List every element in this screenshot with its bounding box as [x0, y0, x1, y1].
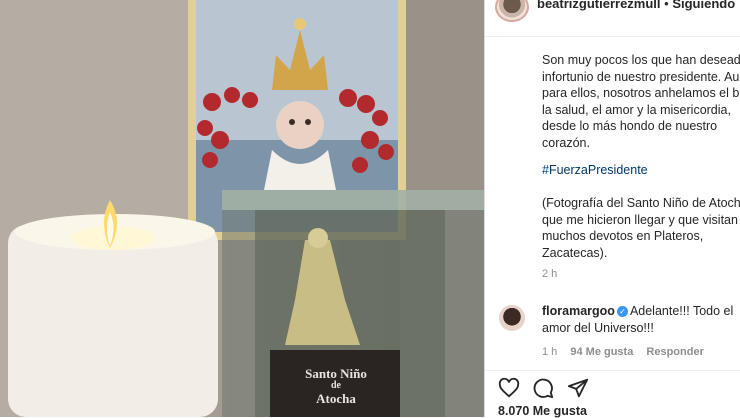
caption-line: Son muy pocos los que han deseado el: [542, 53, 740, 67]
plaque-text: Santo Niño de Atocha: [274, 366, 398, 406]
post-header: beatrizgutierrezmull • Siguiendo: [485, 0, 740, 37]
plaque-line-3: Atocha: [316, 391, 356, 406]
likes-count[interactable]: 8.070 Me gusta: [498, 404, 587, 418]
action-bar: [485, 370, 740, 401]
commenter-avatar[interactable]: [499, 305, 525, 331]
commenter-username[interactable]: floramargoo: [542, 304, 615, 318]
header-separator: •: [660, 0, 673, 11]
author-username[interactable]: beatrizgutierrezmull: [537, 0, 661, 11]
reply-button[interactable]: Responder: [646, 346, 703, 358]
caption-note-line: Zacatecas).: [542, 245, 608, 260]
caption-line: la salud, el amor y la misericordia,: [542, 102, 731, 117]
caption-time[interactable]: 2 h: [542, 266, 740, 283]
caption-line: corazón.: [542, 135, 590, 150]
comment-meta: 1 h 94 Me gusta Responder: [542, 344, 740, 361]
plaque-line-2: de: [331, 380, 341, 391]
comment-text-2: amor del Universo!!!: [542, 320, 654, 335]
header-text: beatrizgutierrezmull • Siguiendo: [537, 0, 735, 11]
post-photo-art: [0, 0, 484, 417]
verified-badge-icon: ✓: [616, 306, 628, 317]
comment-icon[interactable]: [532, 377, 554, 399]
heart-icon[interactable]: [498, 377, 520, 399]
post-image[interactable]: Santo Niño de Atocha: [0, 0, 484, 417]
comment: floramargoo ✓ Adelante!!! Todo el amor del…: [542, 303, 740, 336]
comment-line-1: floramargoo ✓ Adelante!!! Todo el: [542, 303, 740, 320]
caption: Son muy pocos los que han deseado el inf…: [542, 52, 740, 151]
comment-likes[interactable]: 94 Me gusta: [570, 346, 633, 358]
caption-note: (Fotografía del Santo Niño de Atocha que…: [542, 195, 740, 261]
comment-text-1: Adelante!!! Todo el: [629, 304, 734, 318]
caption-note-line: que me hicieron llegar y que visitan: [542, 212, 738, 227]
follow-status[interactable]: Siguiendo: [672, 0, 735, 11]
hashtag-link[interactable]: #FuerzaPresidente: [542, 162, 740, 179]
plaque-line-1: Santo Niño: [305, 366, 367, 381]
caption-note-line: (Fotografía del Santo Niño de Atocha: [542, 196, 740, 210]
caption-line: desde lo más hondo de nuestro: [542, 119, 718, 133]
caption-note-line: muchos devotos en Plateros,: [542, 229, 704, 243]
share-icon[interactable]: [567, 377, 589, 399]
post-side-panel: beatrizgutierrezmull • Siguiendo Son muy…: [484, 0, 740, 418]
caption-line: infortunio de nuestro presidente. Aun: [542, 69, 740, 84]
comment-time[interactable]: 1 h: [542, 346, 557, 358]
author-avatar[interactable]: [495, 0, 529, 22]
caption-line: para ellos, nosotros anhelamos el bien,: [542, 86, 740, 100]
